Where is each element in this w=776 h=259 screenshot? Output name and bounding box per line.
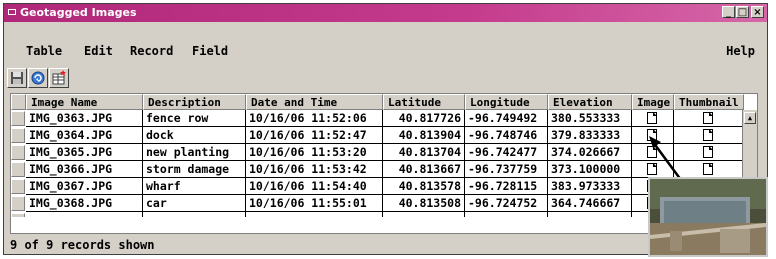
cell-longitude[interactable]: -96.748746 bbox=[465, 127, 548, 144]
thumbnail-preview bbox=[648, 177, 768, 257]
row-selector[interactable] bbox=[11, 196, 25, 211]
column-header-latitude[interactable]: Latitude bbox=[383, 94, 465, 110]
save-button[interactable] bbox=[7, 68, 27, 88]
menu-bar: Table Edit Record Field Help bbox=[4, 40, 767, 62]
column-header-thumbnail[interactable]: Thumbnail bbox=[674, 94, 744, 110]
cell-partial bbox=[548, 212, 632, 217]
cell-image[interactable] bbox=[632, 110, 674, 127]
cell-elevation[interactable]: 380.553333 bbox=[548, 110, 632, 127]
cell-elevation[interactable]: 373.100000 bbox=[548, 161, 632, 178]
row-selector[interactable] bbox=[11, 162, 25, 177]
row-selector[interactable] bbox=[11, 145, 25, 160]
window-title: Geotagged Images bbox=[20, 6, 137, 19]
cell-elevation[interactable]: 364.746667 bbox=[548, 195, 632, 212]
column-header-description[interactable]: Description bbox=[143, 94, 246, 110]
cell-partial bbox=[465, 212, 548, 217]
cell-image-name[interactable]: IMG_0365.JPG bbox=[26, 144, 143, 161]
cell-image-name[interactable]: IMG_0366.JPG bbox=[26, 161, 143, 178]
header-corner bbox=[11, 94, 26, 110]
table-row[interactable]: IMG_0368.JPG car 10/16/06 11:55:01 40.81… bbox=[11, 195, 744, 212]
cell-latitude[interactable]: 40.813508 bbox=[383, 195, 465, 212]
cell-elevation[interactable]: 374.026667 bbox=[548, 144, 632, 161]
row-selector[interactable] bbox=[11, 111, 25, 126]
column-header-image-name[interactable]: Image Name bbox=[26, 94, 143, 110]
cell-partial bbox=[143, 212, 246, 217]
table-row[interactable]: IMG_0366.JPG storm damage 10/16/06 11:53… bbox=[11, 161, 744, 178]
cell-image-name[interactable]: IMG_0363.JPG bbox=[26, 110, 143, 127]
cell-description[interactable]: car bbox=[143, 195, 246, 212]
cell-date-and-time[interactable]: 10/16/06 11:52:06 bbox=[246, 110, 383, 127]
cell-partial bbox=[383, 212, 465, 217]
table-row[interactable]: IMG_0365.JPG new planting 10/16/06 11:53… bbox=[11, 144, 744, 161]
cell-description[interactable]: storm damage bbox=[143, 161, 246, 178]
cell-thumbnail[interactable] bbox=[674, 110, 744, 127]
cell-image-name[interactable]: IMG_0368.JPG bbox=[26, 195, 143, 212]
cell-description[interactable]: wharf bbox=[143, 178, 246, 195]
image-file-icon[interactable] bbox=[647, 112, 657, 124]
cell-longitude[interactable]: -96.742477 bbox=[465, 144, 548, 161]
cell-longitude[interactable]: -96.728115 bbox=[465, 178, 548, 195]
scroll-up-arrow-icon[interactable]: ▲ bbox=[744, 112, 756, 124]
cell-latitude[interactable]: 40.817726 bbox=[383, 110, 465, 127]
cell-image-name[interactable]: IMG_0364.JPG bbox=[26, 127, 143, 144]
cell-date-and-time[interactable]: 10/16/06 11:53:42 bbox=[246, 161, 383, 178]
title-bar[interactable]: Geotagged Images _ □ × bbox=[4, 4, 767, 22]
column-header-elevation[interactable]: Elevation bbox=[548, 94, 632, 110]
cell-latitude[interactable]: 40.813904 bbox=[383, 127, 465, 144]
cell-image-name[interactable]: IMG_0367.JPG bbox=[26, 178, 143, 195]
minimize-button[interactable]: _ bbox=[722, 6, 735, 18]
menu-field[interactable]: Field bbox=[192, 44, 228, 58]
window-menu-icon[interactable] bbox=[8, 9, 16, 15]
cell-description[interactable]: dock bbox=[143, 127, 246, 144]
save-icon bbox=[11, 72, 23, 84]
thumbnail-file-icon[interactable] bbox=[703, 129, 713, 141]
table-row[interactable]: IMG_0364.JPG dock 10/16/06 11:52:47 40.8… bbox=[11, 127, 744, 144]
row-selector[interactable] bbox=[11, 213, 25, 217]
cell-date-and-time[interactable]: 10/16/06 11:54:40 bbox=[246, 178, 383, 195]
cell-latitude[interactable]: 40.813704 bbox=[383, 144, 465, 161]
cell-date-and-time[interactable]: 10/16/06 11:55:01 bbox=[246, 195, 383, 212]
table-row[interactable]: IMG_0363.JPG fence row 10/16/06 11:52:06… bbox=[11, 110, 744, 127]
column-header-longitude[interactable]: Longitude bbox=[465, 94, 548, 110]
menu-record[interactable]: Record bbox=[130, 44, 173, 58]
cell-description[interactable]: fence row bbox=[143, 110, 246, 127]
cell-latitude[interactable]: 40.813667 bbox=[383, 161, 465, 178]
insert-record-button[interactable] bbox=[49, 68, 69, 88]
cell-latitude[interactable]: 40.813578 bbox=[383, 178, 465, 195]
refresh-icon bbox=[31, 71, 45, 85]
cell-longitude[interactable]: -96.749492 bbox=[465, 110, 548, 127]
table-row[interactable]: IMG_0367.JPG wharf 10/16/06 11:54:40 40.… bbox=[11, 178, 744, 195]
cell-date-and-time[interactable]: 10/16/06 11:52:47 bbox=[246, 127, 383, 144]
menu-help[interactable]: Help bbox=[726, 44, 755, 58]
row-selector[interactable] bbox=[11, 179, 25, 194]
refresh-button[interactable] bbox=[28, 68, 48, 88]
column-header-date-and-time[interactable]: Date and Time bbox=[246, 94, 383, 110]
menu-edit[interactable]: Edit bbox=[84, 44, 113, 58]
thumbnail-photo bbox=[650, 179, 766, 255]
cell-partial bbox=[26, 212, 143, 217]
cell-partial bbox=[246, 212, 383, 217]
cell-description[interactable]: new planting bbox=[143, 144, 246, 161]
thumbnail-file-icon[interactable] bbox=[703, 112, 713, 124]
thumbnail-file-icon[interactable] bbox=[703, 146, 713, 158]
column-header-image[interactable]: Image bbox=[632, 94, 674, 110]
maximize-button[interactable]: □ bbox=[736, 6, 749, 18]
thumbnail-file-icon[interactable] bbox=[703, 163, 713, 175]
cell-longitude[interactable]: -96.724752 bbox=[465, 195, 548, 212]
cell-elevation[interactable]: 383.973333 bbox=[548, 178, 632, 195]
cell-longitude[interactable]: -96.737759 bbox=[465, 161, 548, 178]
menu-table[interactable]: Table bbox=[26, 44, 62, 58]
cell-date-and-time[interactable]: 10/16/06 11:53:20 bbox=[246, 144, 383, 161]
row-selector[interactable] bbox=[11, 128, 25, 143]
table-row-partial[interactable] bbox=[11, 212, 739, 217]
close-button[interactable]: × bbox=[751, 6, 764, 18]
insert-record-icon bbox=[52, 70, 66, 85]
cell-elevation[interactable]: 379.833333 bbox=[548, 127, 632, 144]
